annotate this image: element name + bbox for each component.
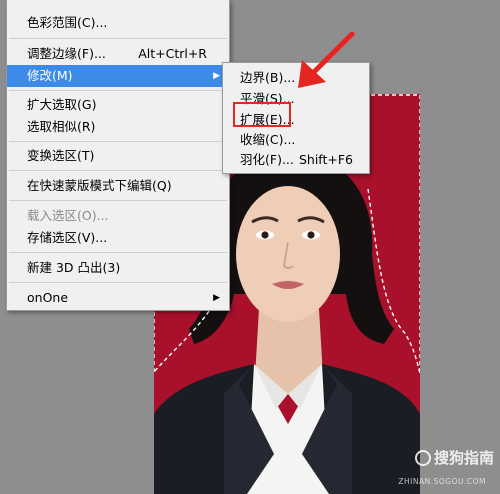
menu-item-grow[interactable]: 扩大选取(G) [7, 94, 229, 116]
menu-item-shortcut: Alt+Ctrl+R [138, 46, 207, 61]
menu-item-label: 变换选区(T) [27, 148, 95, 163]
submenu-item-shortcut: Shift+F6 [298, 152, 353, 167]
menu-item-label: onOne [27, 290, 69, 305]
menu-item-color-range[interactable]: 色彩范围(C)... [7, 12, 229, 34]
menu-separator [9, 252, 227, 253]
menu-item-onone[interactable]: onOne ▶ [7, 287, 229, 309]
submenu-item-label: 边界(B)... [240, 70, 296, 85]
menu-item-refine-edge[interactable]: 调整边缘(F)... Alt+Ctrl+R [7, 43, 229, 65]
menu-item-label: 调整边缘(F)... [27, 46, 106, 61]
submenu-item-contract[interactable]: 收缩(C)... [223, 129, 369, 150]
watermark-brand: 搜狗指南 [414, 447, 494, 468]
sogou-logo-icon [414, 450, 431, 466]
menu-separator [9, 38, 227, 39]
menu-separator [9, 141, 227, 142]
menu-item-transform-selection[interactable]: 变换选区(T) [7, 145, 229, 167]
watermark-brand-text: 搜狗指南 [433, 449, 494, 467]
menu-separator [9, 90, 227, 91]
menu-item-label: 色彩范围(C)... [27, 15, 108, 30]
menu-separator [9, 200, 227, 201]
select-menu: 色彩范围(C)... 调整边缘(F)... Alt+Ctrl+R 修改(M) ▶… [6, 0, 230, 311]
menu-item-label: 扩大选取(G) [27, 97, 97, 112]
menu-item-label: 载入选区(O)... [27, 208, 109, 223]
menu-separator [9, 282, 227, 283]
menu-item-quick-mask[interactable]: 在快速蒙版模式下编辑(Q) [7, 175, 229, 197]
menu-item-similar[interactable]: 选取相似(R) [7, 116, 229, 138]
menu-item-label: 选取相似(R) [27, 119, 96, 134]
annotation-arrow-icon [298, 31, 355, 88]
annotation-highlight-box [233, 102, 291, 127]
submenu-arrow-icon: ▶ [213, 293, 220, 303]
menu-item-modify[interactable]: 修改(M) ▶ [7, 65, 229, 87]
submenu-arrow-icon: ▶ [213, 71, 220, 81]
menu-item-save-selection[interactable]: 存储选区(V)... [7, 227, 229, 249]
menu-item-label: 修改(M) [27, 68, 73, 83]
menu-separator [9, 170, 227, 171]
menu-item-new-3d-extrusion[interactable]: 新建 3D 凸出(3) [7, 257, 229, 279]
menu-item-label: 在快速蒙版模式下编辑(Q) [27, 178, 172, 193]
menu-item-label: 新建 3D 凸出(3) [27, 260, 121, 275]
menu-item-load-selection: 载入选区(O)... [7, 205, 229, 227]
submenu-item-label: 羽化(F)... [240, 152, 294, 167]
submenu-item-label: 收缩(C)... [240, 132, 296, 147]
watermark-url: ZHINAN.SOGOU.COM [398, 477, 486, 486]
menu-item-label: 存储选区(V)... [27, 230, 108, 245]
submenu-item-feather[interactable]: 羽化(F)... Shift+F6 [223, 149, 369, 170]
